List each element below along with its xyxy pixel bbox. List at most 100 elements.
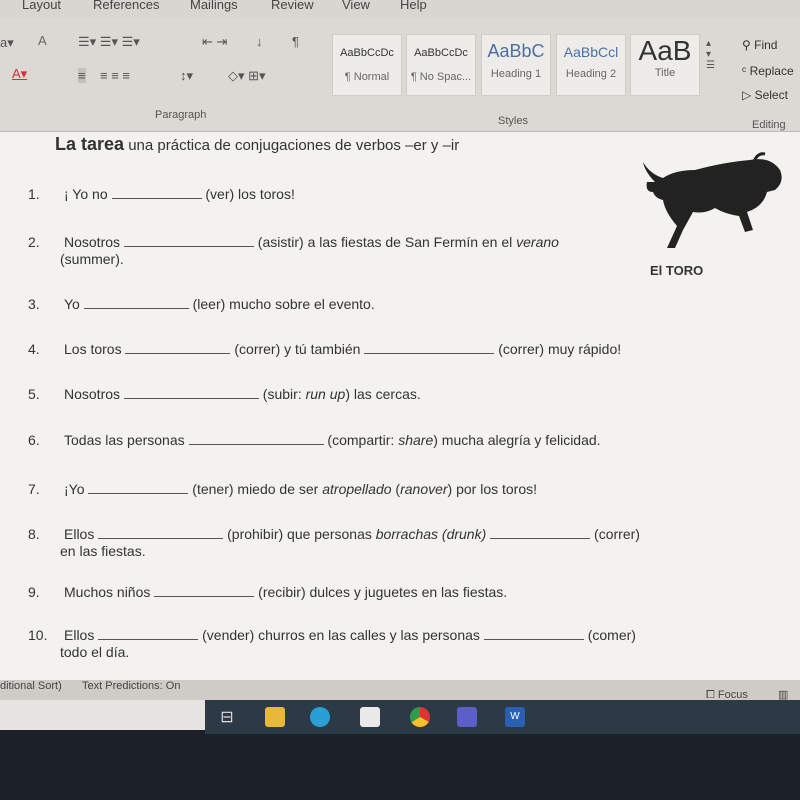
exercise-item: 9. Muchos niños (recibir) dulces y juguet… <box>28 582 507 602</box>
style-heading-2[interactable]: AaBbCcl Heading 2 <box>556 34 626 96</box>
pilcrow-icon[interactable]: ¶ <box>292 34 299 49</box>
style-name: Heading 1 <box>490 68 542 80</box>
status-language: ditional Sort) <box>0 680 62 692</box>
find-label: Find <box>754 38 778 52</box>
answer-blank[interactable] <box>125 340 231 354</box>
item-number: 8. <box>28 526 40 542</box>
item-text: Los toros <box>64 341 126 357</box>
line-spacing-icon[interactable]: ↕▾ <box>180 68 193 84</box>
item-number: 7. <box>28 481 40 497</box>
document-title: La tarea una práctica de conjugaciones d… <box>55 134 459 155</box>
chrome-icon[interactable] <box>410 707 430 727</box>
file-explorer-icon[interactable] <box>265 707 285 727</box>
style-preview: AaBbCcDc <box>414 47 468 59</box>
store-icon[interactable] <box>360 707 380 727</box>
status-text-predictions[interactable]: Text Predictions: On <box>82 680 180 692</box>
title-bold: La tarea <box>55 134 125 154</box>
item-number: 2. <box>28 234 40 250</box>
tab-layout[interactable]: Layout <box>22 0 61 12</box>
teams-icon[interactable] <box>457 707 477 727</box>
exercise-item: 8. Ellos (prohibir) que personas borracha… <box>28 524 640 544</box>
task-view-icon[interactable]: ⊟ <box>217 707 237 727</box>
exercise-item: 1. ¡ Yo no (ver) los toros! <box>28 184 295 204</box>
tab-review[interactable]: Review <box>271 0 314 12</box>
item-text: (correr) <box>590 526 640 542</box>
answer-blank[interactable] <box>123 233 254 247</box>
tab-view[interactable]: View <box>342 0 370 12</box>
item-number: 3. <box>28 296 40 312</box>
item-text: Todas las personas <box>64 432 189 448</box>
item-text: ) mucha alegría y felicidad. <box>433 432 601 448</box>
status-bar: ditional Sort) Text Predictions: On ⧠ Fo… <box>0 680 800 701</box>
exercise-item: 2. Nosotros (asistir) a las fiestas de Sa… <box>28 232 559 252</box>
item-text: (comer) <box>583 627 636 643</box>
item-text: Nosotros <box>64 386 124 402</box>
group-editing: Editing <box>752 119 786 131</box>
answer-blank[interactable] <box>483 626 584 640</box>
style-title[interactable]: AaB Title <box>630 34 700 96</box>
document-page[interactable]: La tarea una práctica de conjugaciones d… <box>0 132 800 680</box>
select-label: Select <box>754 88 788 102</box>
style-name: ¶ Normal <box>344 71 390 83</box>
tab-mailings[interactable]: Mailings <box>190 0 238 12</box>
item-text: (tener) miedo de ser <box>188 481 323 497</box>
answer-blank[interactable] <box>154 583 255 597</box>
sort-icon[interactable]: ↓ <box>256 34 263 49</box>
ribbon-tabs: Layout References Mailings Review View H… <box>0 0 800 18</box>
item-number: 6. <box>28 432 40 448</box>
image-caption: El TORO <box>650 263 704 278</box>
item-text: ( <box>391 481 401 497</box>
item-number: 10. <box>28 627 48 643</box>
answer-blank[interactable] <box>98 525 224 539</box>
item-text: (compartir: <box>323 432 399 448</box>
answer-blank[interactable] <box>83 295 189 309</box>
group-paragraph: Paragraph <box>155 109 207 121</box>
item-number: 5. <box>28 386 40 402</box>
exercise-item: 6. Todas las personas (compartir: share) … <box>28 430 601 450</box>
item-text: (leer) mucho sobre el evento. <box>188 296 375 312</box>
item-text: (vender) churros en las calles y las per… <box>198 627 484 643</box>
bullets-icon[interactable]: ☰▾ ☰▾ ☰▾ <box>78 34 140 50</box>
indent-icon[interactable]: ⇤ ⇥ <box>202 34 227 50</box>
answer-blank[interactable] <box>98 626 199 640</box>
item-text: Muchos niños <box>64 584 155 600</box>
align-left-icon[interactable]: ≡ <box>78 68 86 83</box>
edge-icon[interactable] <box>310 707 330 727</box>
select-button[interactable]: ▷ Select <box>742 88 788 102</box>
item-text: ) las cercas. <box>345 386 421 402</box>
exercise-item: 3. Yo (leer) mucho sobre el evento. <box>28 294 375 314</box>
style-preview: AaB <box>638 35 692 66</box>
answer-blank[interactable] <box>490 525 591 539</box>
answer-blank[interactable] <box>364 340 495 354</box>
find-button[interactable]: ⚲ Find <box>742 38 777 52</box>
clear-format-icon[interactable]: A <box>38 33 47 48</box>
item-text: (recibir) dulces y juguetes en las fiest… <box>254 584 508 600</box>
group-styles: Styles <box>498 115 528 127</box>
item-text: Ellos <box>64 526 99 542</box>
item-text: (asistir) a las fiestas de San Fermín en… <box>253 234 517 250</box>
font-color-icon[interactable]: A▾ <box>12 66 27 82</box>
styles-scroll-icon[interactable]: ▴ ▾ ☰ <box>706 38 715 71</box>
font-case-icon[interactable]: a▾ <box>0 35 14 51</box>
item-text: (subir: <box>258 386 306 402</box>
answer-blank[interactable] <box>111 185 202 199</box>
shading-icon[interactable]: ◇▾ ⊞▾ <box>228 68 266 84</box>
answer-blank[interactable] <box>123 385 259 399</box>
style-normal[interactable]: AaBbCcDc ¶ Normal <box>332 34 402 96</box>
italic-text: share <box>398 432 434 448</box>
style-heading-1[interactable]: AaBbC Heading 1 <box>481 34 551 96</box>
replace-button[interactable]: ᶜ Replace <box>742 64 794 78</box>
item-continuation: todo el día. <box>60 644 130 660</box>
tab-help[interactable]: Help <box>400 0 427 12</box>
align-icons[interactable]: ≡ ≡ ≡ <box>100 68 130 83</box>
taskbar: ⊟ W <box>205 700 800 734</box>
word-icon[interactable]: W <box>505 707 525 727</box>
answer-blank[interactable] <box>88 480 189 494</box>
item-number: 9. <box>28 584 40 600</box>
item-text: Nosotros <box>64 234 124 250</box>
style-no-spacing[interactable]: AaBbCcDc ¶ No Spac... <box>406 34 476 96</box>
tab-references[interactable]: References <box>93 0 159 12</box>
exercise-item: 7. ¡Yo (tener) miedo de ser atropellado (… <box>28 479 537 499</box>
title-subtitle: una práctica de conjugaciones de verbos … <box>128 137 460 154</box>
answer-blank[interactable] <box>188 431 324 445</box>
